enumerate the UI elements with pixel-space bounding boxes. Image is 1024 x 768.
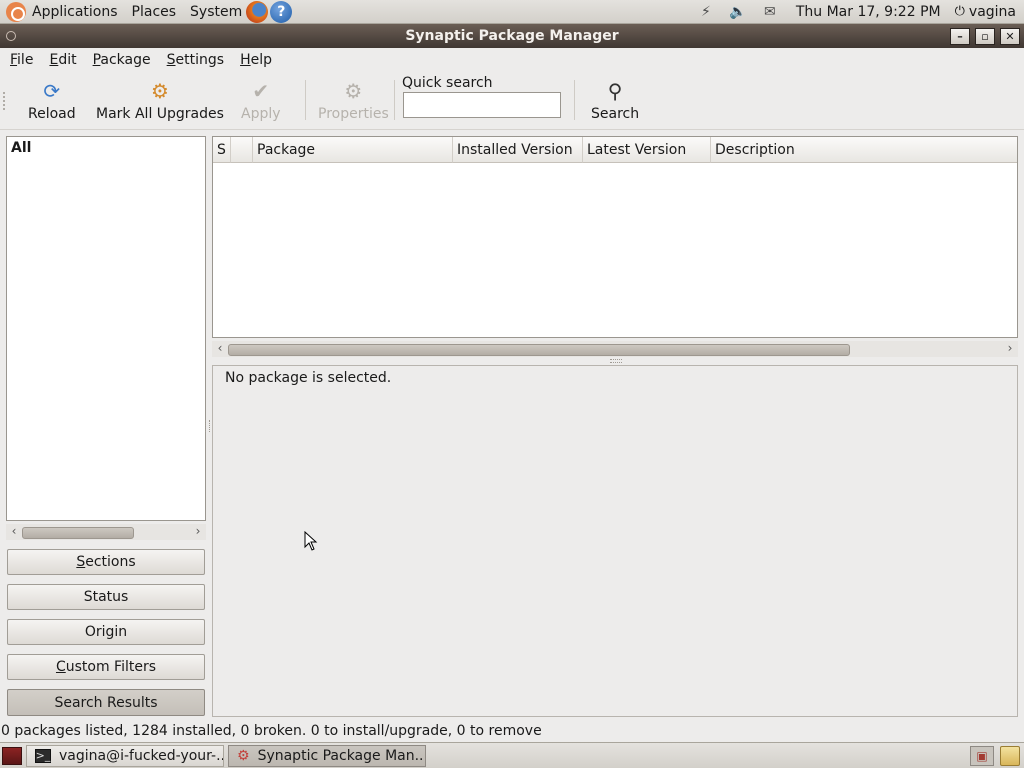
menu-package[interactable]: Package	[85, 52, 159, 68]
network-icon[interactable]: ⚡	[695, 1, 717, 23]
bottom-panel: >_ vagina@i-fucked-your-... ⚙ Synaptic P…	[0, 742, 1024, 768]
minimize-button[interactable]: –	[950, 27, 970, 45]
system-menu[interactable]: System	[184, 0, 244, 24]
taskbar-item-label: vagina@i-fucked-your-...	[59, 747, 224, 764]
top-panel: Applications Places System ? ⚡ 🔈 ✉ Thu M…	[0, 0, 1024, 24]
properties-icon: ⚙	[344, 79, 363, 103]
scroll-right-icon[interactable]: ›	[191, 524, 205, 538]
show-desktop-icon[interactable]	[2, 746, 22, 765]
pane-splitter-vertical[interactable]	[205, 420, 210, 432]
toolbar-separator	[305, 80, 306, 120]
apply-label: Apply	[241, 106, 281, 122]
toolbar-separator	[394, 80, 395, 120]
clock[interactable]: Thu Mar 17, 9:22 PM	[786, 4, 951, 20]
toolbar-grip[interactable]	[3, 92, 6, 110]
column-supported[interactable]	[231, 137, 253, 163]
trash-icon[interactable]	[1000, 745, 1020, 766]
search-label: Search	[591, 106, 640, 122]
column-latest-version[interactable]: Latest Version	[583, 137, 711, 163]
status-button-label: Status	[83, 589, 129, 605]
reload-icon: ⟳	[43, 79, 61, 103]
search-results-button[interactable]: Search Results	[7, 689, 205, 716]
quick-search-input[interactable]	[403, 92, 561, 118]
mouse-cursor-icon	[304, 531, 318, 551]
reload-label: Reload	[28, 106, 76, 122]
ubuntu-logo-icon	[6, 1, 26, 22]
system-menu-label: System	[190, 3, 243, 20]
scroll-left-icon[interactable]: ‹	[213, 341, 227, 355]
firefox-icon[interactable]	[246, 0, 269, 23]
properties-button[interactable]: ⚙ Properties	[318, 78, 389, 126]
quick-search-label: Quick search	[402, 75, 493, 91]
package-table-hscrollbar[interactable]: ‹ ›	[212, 341, 1018, 357]
toolbar: ⟳ Reload ⚙ Mark All Upgrades ✔ Apply ⚙ P…	[0, 72, 1024, 130]
user-menu[interactable]: ⏻ vagina	[951, 4, 1024, 20]
menu-help[interactable]: Help	[232, 52, 280, 68]
places-menu-label: Places	[131, 3, 177, 20]
custom-filters-button-label: Custom Filters	[55, 659, 157, 675]
search-button[interactable]: ⚲ Search	[591, 78, 639, 126]
package-table[interactable]: S Package Installed Version Latest Versi…	[212, 136, 1018, 338]
menu-settings[interactable]: Settings	[159, 52, 232, 68]
menu-file[interactable]: File	[2, 52, 41, 68]
apply-button[interactable]: ✔ Apply	[241, 78, 281, 126]
taskbar-item-terminal[interactable]: >_ vagina@i-fucked-your-...	[26, 744, 224, 767]
origin-button[interactable]: Origin	[7, 619, 205, 645]
status-text: 0 packages listed, 1284 installed, 0 bro…	[1, 723, 542, 739]
status-bar: 0 packages listed, 1284 installed, 0 bro…	[0, 722, 1024, 740]
mail-icon[interactable]: ✉	[759, 1, 781, 23]
help-icon[interactable]: ?	[270, 0, 293, 23]
scrollbar-thumb[interactable]	[22, 527, 134, 539]
applications-menu[interactable]: Applications	[0, 0, 126, 24]
workspace-switcher[interactable]: ▣	[970, 745, 994, 766]
taskbar-item-synaptic[interactable]: ⚙ Synaptic Package Man...	[228, 744, 426, 767]
status-button[interactable]: Status	[7, 584, 205, 610]
maximize-button[interactable]: ▫	[975, 27, 995, 45]
properties-label: Properties	[318, 106, 389, 122]
scroll-left-icon[interactable]: ‹	[7, 524, 21, 538]
menubar: File Edit Package Settings Help	[0, 48, 1024, 72]
column-installed-version[interactable]: Installed Version	[453, 137, 583, 163]
places-menu[interactable]: Places	[126, 0, 185, 24]
volume-icon[interactable]: 🔈	[727, 1, 749, 23]
scrollbar-thumb[interactable]	[228, 344, 850, 356]
filter-list[interactable]: All	[6, 136, 206, 521]
close-button[interactable]: ✕	[1000, 27, 1020, 45]
apply-icon: ✔	[252, 79, 270, 103]
upgrade-icon: ⚙	[151, 79, 169, 103]
menu-edit[interactable]: Edit	[41, 52, 84, 68]
column-description[interactable]: Description	[711, 137, 1017, 163]
applications-menu-label: Applications	[32, 3, 118, 20]
toolbar-separator	[574, 80, 575, 120]
reload-button[interactable]: ⟳ Reload	[28, 78, 76, 126]
taskbar-item-label: Synaptic Package Man...	[257, 747, 426, 764]
search-icon: ⚲	[607, 79, 623, 103]
mark-all-upgrades-button[interactable]: ⚙ Mark All Upgrades	[96, 78, 224, 126]
pane-splitter-horizontal[interactable]	[610, 359, 622, 363]
synaptic-icon: ⚙	[237, 747, 250, 764]
column-package[interactable]: Package	[253, 137, 453, 163]
package-details-pane: No package is selected.	[212, 365, 1018, 717]
origin-button-label: Origin	[84, 624, 128, 640]
scroll-right-icon[interactable]: ›	[1003, 341, 1017, 355]
sections-button-label: Sections	[76, 554, 136, 570]
power-icon: ⏻	[954, 4, 965, 19]
sections-button[interactable]: Sections	[7, 549, 205, 575]
window-title: Synaptic Package Manager	[405, 28, 619, 44]
terminal-icon: >_	[35, 748, 51, 763]
filter-list-item[interactable]: All	[7, 137, 205, 159]
no-selection-message: No package is selected.	[225, 370, 392, 386]
window-titlebar[interactable]: Synaptic Package Manager – ▫ ✕	[0, 24, 1024, 48]
search-results-button-label: Search Results	[54, 694, 158, 711]
mark-all-upgrades-label: Mark All Upgrades	[96, 106, 224, 122]
column-status[interactable]: S	[213, 137, 231, 163]
custom-filters-button[interactable]: Custom Filters	[7, 654, 205, 680]
user-name: vagina	[968, 3, 1016, 20]
filter-list-hscrollbar[interactable]: ‹ ›	[6, 524, 206, 540]
